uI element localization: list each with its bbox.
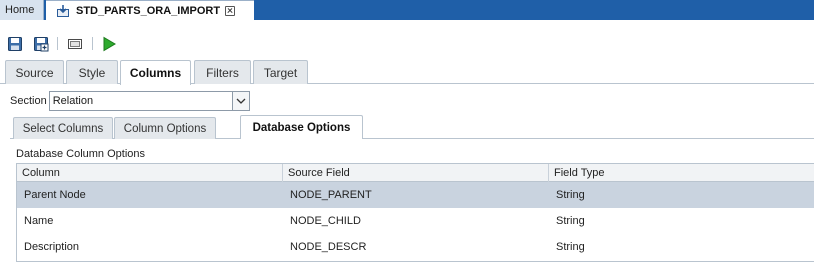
document-tab-std-parts-ora-import[interactable]: STD_PARTS_ORA_IMPORT xyxy=(46,0,254,20)
preview-icon[interactable] xyxy=(67,36,83,52)
group-title: Database Column Options xyxy=(16,148,146,160)
cell-column: Name xyxy=(24,215,54,227)
main-tab-bar: Source Style Columns Filters Target xyxy=(0,58,814,85)
toolbar-separator xyxy=(92,37,93,50)
toolbar xyxy=(0,20,814,58)
table-header: Column Source Field Field Type xyxy=(17,164,814,182)
section-label: Section xyxy=(10,95,47,107)
tab-column-options[interactable]: Column Options xyxy=(114,117,216,139)
tab-database-options[interactable]: Database Options xyxy=(240,115,363,139)
cell-column: Parent Node xyxy=(24,189,86,201)
cell-column: Description xyxy=(24,241,80,253)
section-row: Section Relation xyxy=(10,91,250,111)
tab-source-label: Source xyxy=(15,65,54,80)
column-header-source-field[interactable]: Source Field xyxy=(283,164,549,182)
tab-database-options-label: Database Options xyxy=(252,121,351,134)
save-as-icon[interactable] xyxy=(33,36,49,52)
run-icon[interactable] xyxy=(101,36,117,52)
tab-style-label: Style xyxy=(78,65,106,80)
tab-select-columns-label: Select Columns xyxy=(22,122,104,135)
table-row[interactable]: Description NODE_DESCR String xyxy=(17,234,814,260)
home-tab[interactable]: Home xyxy=(0,0,44,20)
chevron-down-icon[interactable] xyxy=(231,92,249,110)
import-icon xyxy=(56,4,70,18)
document-tab-label: STD_PARTS_ORA_IMPORT xyxy=(76,4,221,17)
tab-select-columns[interactable]: Select Columns xyxy=(13,117,113,139)
column-header-column[interactable]: Column xyxy=(17,164,283,182)
cell-field-type[interactable]: String xyxy=(549,208,585,234)
cell-field-type[interactable]: String xyxy=(549,182,585,208)
database-column-options-table: Column Source Field Field Type Parent No… xyxy=(16,163,814,262)
toolbar-separator xyxy=(57,37,58,50)
sub-tab-bar: Select Columns Column Options Database O… xyxy=(10,115,814,139)
table-row[interactable]: Name NODE_CHILD String xyxy=(17,208,814,234)
column-header-field-type[interactable]: Field Type xyxy=(549,164,814,182)
tab-source[interactable]: Source xyxy=(5,60,64,84)
table-row[interactable]: Parent Node NODE_PARENT String xyxy=(17,182,814,208)
save-icon[interactable] xyxy=(7,36,23,52)
cell-source-field[interactable]: NODE_DESCR xyxy=(283,234,366,260)
home-tab-label: Home xyxy=(5,4,35,16)
tab-target-label: Target xyxy=(263,65,298,80)
section-select-value: Relation xyxy=(52,95,94,107)
tab-columns[interactable]: Columns xyxy=(120,60,191,85)
tab-filters-label: Filters xyxy=(206,65,239,80)
cell-field-type[interactable]: String xyxy=(549,234,585,260)
tab-column-options-label: Column Options xyxy=(123,122,207,135)
cell-source-field[interactable]: NODE_PARENT xyxy=(283,182,372,208)
tab-columns-label: Columns xyxy=(129,66,182,80)
tab-target[interactable]: Target xyxy=(253,60,308,84)
document-tab-bar: Home STD_PARTS_ORA_IMPORT xyxy=(0,0,814,20)
tab-filters[interactable]: Filters xyxy=(194,60,251,84)
section-select[interactable]: Relation xyxy=(48,91,250,111)
tab-style[interactable]: Style xyxy=(66,60,118,84)
close-tab-icon[interactable] xyxy=(225,5,236,16)
cell-source-field[interactable]: NODE_CHILD xyxy=(283,208,361,234)
